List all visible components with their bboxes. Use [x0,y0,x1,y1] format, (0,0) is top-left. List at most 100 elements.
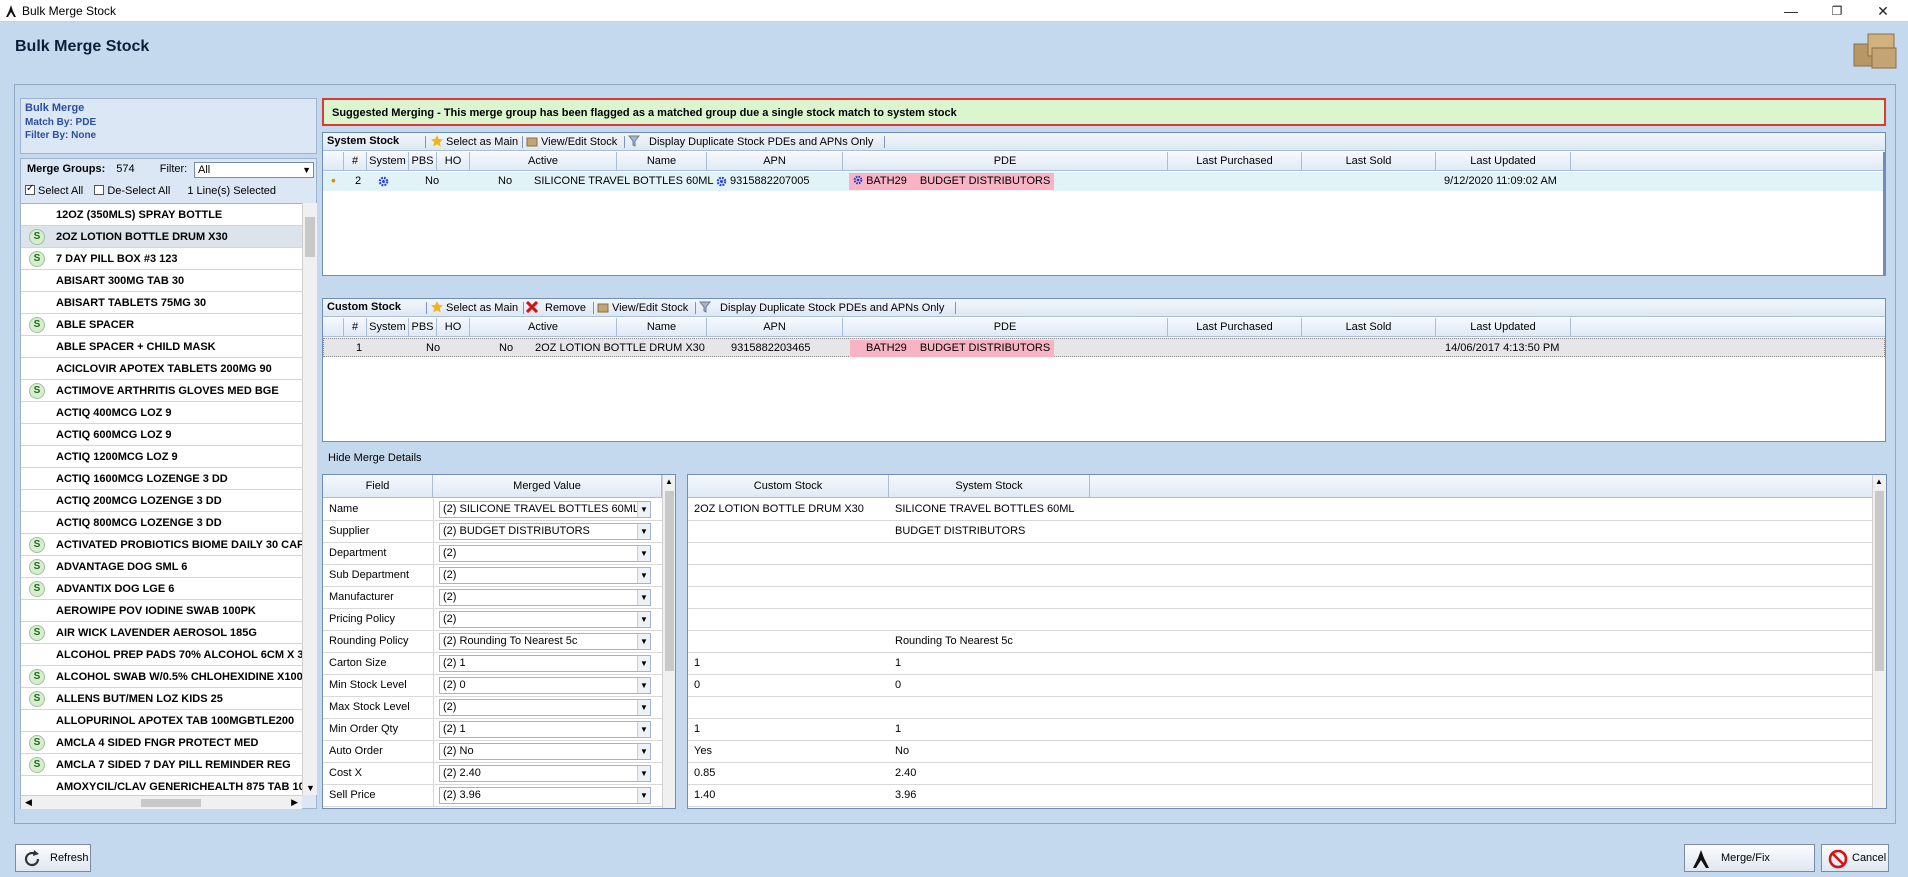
merge-group-item[interactable]: ACTIQ 1200MCG LOZ 9 [21,446,302,468]
close-icon[interactable]: ✕ [1860,0,1906,22]
merge-group-item[interactable]: S AMCLA 4 SIDED FNGR PROTECT MED [21,732,302,754]
values-vertical-scrollbar[interactable]: ▲ [1872,475,1886,808]
minimize-icon[interactable]: — [1768,0,1814,22]
scroll-thumb[interactable] [305,217,315,257]
merged-value-select[interactable]: (2) BUDGET DISTRIBUTORS ▼ [439,523,651,540]
chevron-down-icon[interactable]: ▼ [637,656,650,671]
scroll-thumb[interactable] [1875,491,1884,671]
chevron-down-icon[interactable]: ▼ [637,788,650,803]
merge-group-item[interactable]: ABISART TABLETS 75MG 30 [21,292,302,314]
column-header[interactable]: HO [437,152,470,171]
chevron-down-icon[interactable]: ▼ [637,524,650,539]
merged-value-select[interactable]: (2) ▼ [439,699,651,716]
column-header[interactable]: PBS [409,152,437,171]
column-header[interactable]: Name [617,152,707,171]
column-header[interactable]: PBS [409,318,437,337]
select-all-button[interactable]: Select All [25,183,83,197]
merged-value-select[interactable]: (2) 1 ▼ [439,721,651,738]
custom-remove-button[interactable]: Remove [526,301,586,314]
group-list-vertical-scrollbar[interactable]: ▼ [302,203,317,795]
column-header[interactable]: Last Sold [1302,318,1436,337]
column-header[interactable]: Name [617,318,707,337]
merge-group-item[interactable]: S ABLE SPACER [21,314,302,336]
merge-group-item[interactable]: S AIR WICK LAVENDER AEROSOL 185G [21,622,302,644]
system-view-edit-button[interactable]: View/Edit Stock [526,135,617,148]
column-header[interactable]: PDE [843,152,1168,171]
merge-group-item[interactable]: AEROWIPE POV IODINE SWAB 100PK [21,600,302,622]
merge-group-item[interactable]: S ADVANTIX DOG LGE 6 [21,578,302,600]
scroll-thumb[interactable] [665,491,674,671]
merge-group-item[interactable]: ACTIQ 600MCG LOZ 9 [21,424,302,446]
column-header[interactable]: System [367,318,409,337]
cancel-button[interactable]: Cancel [1821,844,1889,872]
system-select-main-button[interactable]: Select as Main [431,135,518,148]
merge-group-item[interactable]: S ALLENS BUT/MEN LOZ KIDS 25 [21,688,302,710]
column-header[interactable]: Last Updated [1436,152,1571,171]
merged-value-select[interactable]: (2) ▼ [439,611,651,628]
merge-group-item[interactable]: ACTIQ 200MCG LOZENGE 3 DD [21,490,302,512]
filter-select[interactable]: All ▼ [194,162,314,178]
merge-group-item[interactable]: ACICLOVIR APOTEX TABLETS 200MG 90 [21,358,302,380]
merged-value-select[interactable]: (2) Rounding To Nearest 5c ▼ [439,633,651,650]
merge-group-item[interactable]: ACTIQ 800MCG LOZENGE 3 DD [21,512,302,534]
merge-group-item[interactable]: AMOXYCIL/CLAV GENERICHEALTH 875 TAB 10 [21,776,302,795]
merge-group-item[interactable]: S ACTIMOVE ARTHRITIS GLOVES MED BGE [21,380,302,402]
restore-icon[interactable]: ❐ [1814,0,1860,22]
chevron-down-icon[interactable]: ▼ [637,546,650,561]
column-header[interactable]: APN [707,152,843,171]
merge-group-item[interactable]: S ADVANTAGE DOG SML 6 [21,556,302,578]
column-header[interactable]: # [344,318,367,337]
chevron-down-icon[interactable]: ▼ [637,634,650,649]
merge-group-item[interactable]: 12OZ (350MLS) SPRAY BOTTLE [21,204,302,226]
merged-value-select[interactable]: (2) 2.40 ▼ [439,765,651,782]
merge-fix-selected-button[interactable]: Merge/Fix Selected [1684,844,1815,872]
group-list-horizontal-scrollbar[interactable]: ◀ ▶ [21,795,302,809]
merge-group-item[interactable]: ALLOPURINOL APOTEX TAB 100MGBTLE200 [21,710,302,732]
column-header[interactable]: Last Sold [1302,152,1436,171]
refresh-button[interactable]: Refresh [15,844,91,872]
merged-value-select[interactable]: (2) ▼ [439,567,651,584]
merged-value-select[interactable]: (2) No ▼ [439,743,651,760]
column-header[interactable]: Last Purchased [1168,318,1302,337]
chevron-down-icon[interactable]: ▼ [637,568,650,583]
scroll-thumb-h[interactable] [141,799,201,807]
chevron-down-icon[interactable]: ▼ [637,700,650,715]
merge-group-item[interactable]: ABISART 300MG TAB 30 [21,270,302,292]
column-header[interactable]: HO [437,318,470,337]
column-header[interactable]: # [344,152,367,171]
scroll-down-icon[interactable]: ▼ [306,783,315,793]
scroll-left-icon[interactable]: ◀ [25,797,32,808]
custom-stock-row[interactable]: 1 No No 2OZ LOTION BOTTLE DRUM X30 93158… [323,338,1885,357]
merge-group-item[interactable]: ABLE SPACER + CHILD MASK [21,336,302,358]
chevron-down-icon[interactable]: ▼ [637,612,650,627]
column-header[interactable]: Last Updated [1436,318,1571,337]
merge-group-item[interactable]: S AMCLA 7 SIDED 7 DAY PILL REMINDER REG [21,754,302,776]
custom-select-main-button[interactable]: Select as Main [431,301,518,314]
scroll-up-icon[interactable]: ▲ [1875,477,1883,486]
chevron-down-icon[interactable]: ▼ [637,502,650,517]
merged-value-select[interactable]: (2) 0 ▼ [439,677,651,694]
column-header[interactable]: Active [470,152,617,171]
system-stock-row[interactable]: • 2 No No SILICONE TRAVEL BOTTLES 60ML 9… [323,172,1885,191]
merged-value-select[interactable]: (2) SILICONE TRAVEL BOTTLES 60ML ▼ [439,501,651,518]
custom-view-edit-button[interactable]: View/Edit Stock [597,301,688,314]
scroll-right-icon[interactable]: ▶ [291,797,298,808]
merge-group-item[interactable]: S 2OZ LOTION BOTTLE DRUM X30 [21,226,302,248]
chevron-down-icon[interactable]: ▼ [637,744,650,759]
deselect-all-button[interactable]: De-Select All [94,185,170,197]
chevron-down-icon[interactable]: ▼ [637,678,650,693]
merged-value-select[interactable]: (2) 3.96 ▼ [439,787,651,804]
column-header[interactable]: PDE [843,318,1168,337]
column-header[interactable]: Last Purchased [1168,152,1302,171]
merged-value-select[interactable]: (2) ▼ [439,545,651,562]
merged-value-select[interactable]: (2) 1 ▼ [439,655,651,672]
custom-display-duplicates-button[interactable]: Display Duplicate Stock PDEs and APNs On… [699,301,944,314]
merged-value-select[interactable]: (2) ▼ [439,589,651,606]
column-header[interactable]: APN [707,318,843,337]
merge-group-item[interactable]: ACTIQ 1600MCG LOZENGE 3 DD [21,468,302,490]
column-header[interactable]: System [367,152,409,171]
chevron-down-icon[interactable]: ▼ [637,722,650,737]
hide-merge-details-link[interactable]: Hide Merge Details [328,452,422,464]
merge-group-item[interactable]: ACTIQ 400MCG LOZ 9 [21,402,302,424]
scroll-up-icon[interactable]: ▲ [665,477,673,486]
